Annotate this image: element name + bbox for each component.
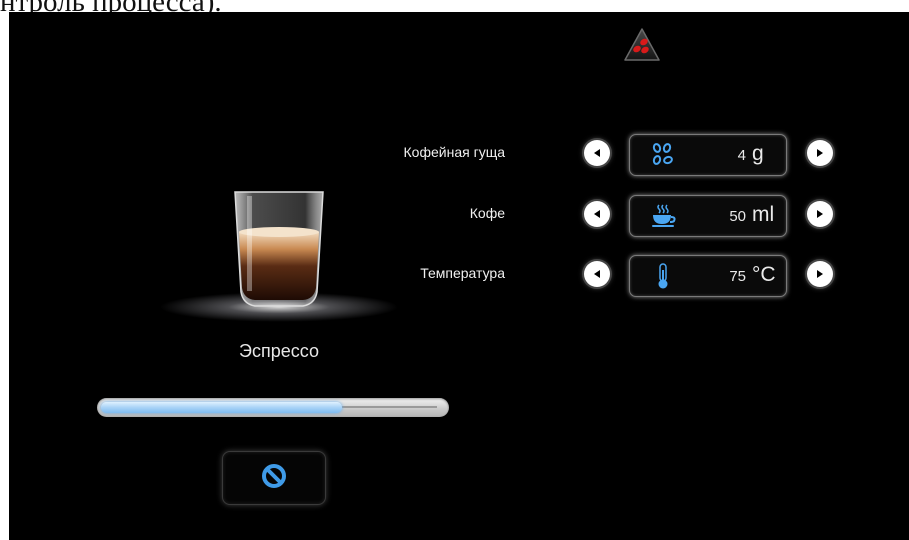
grounds-unit: g bbox=[752, 142, 764, 165]
brew-progress-bar bbox=[97, 398, 449, 417]
temperature-unit: °C bbox=[752, 263, 776, 286]
coffee-value: 50 bbox=[729, 208, 746, 225]
setting-row-coffee: Кофе 50 ml bbox=[439, 195, 839, 237]
decrease-grounds-button[interactable] bbox=[584, 140, 610, 166]
cancel-button[interactable] bbox=[222, 451, 326, 505]
left-arrow-icon bbox=[594, 270, 600, 278]
temperature-value: 75 bbox=[729, 268, 746, 285]
thermometer-icon bbox=[650, 263, 676, 289]
setting-label: Температура bbox=[420, 265, 505, 281]
coffee-cup-icon bbox=[650, 203, 676, 229]
left-arrow-icon bbox=[594, 149, 600, 157]
cancel-icon bbox=[261, 463, 287, 494]
grounds-value-box: 4 g bbox=[629, 134, 787, 176]
left-arrow-icon bbox=[594, 210, 600, 218]
coffee-beans-icon bbox=[650, 142, 676, 168]
setting-row-grounds: Кофейная гуща 4 g bbox=[404, 134, 839, 176]
espresso-glass-image bbox=[159, 182, 399, 332]
beans-warning-icon[interactable] bbox=[623, 27, 661, 63]
coffee-machine-screen: Эспрессо Кофейная гуща 4 g Кофе 50 ml Те… bbox=[9, 12, 909, 540]
increase-grounds-button[interactable] bbox=[807, 140, 833, 166]
setting-label: Кофейная гуща bbox=[403, 144, 505, 160]
right-arrow-icon bbox=[817, 210, 823, 218]
coffee-value-box: 50 ml bbox=[629, 195, 787, 237]
product-name: Эспрессо bbox=[239, 341, 319, 361]
decrease-coffee-button[interactable] bbox=[584, 201, 610, 227]
increase-coffee-button[interactable] bbox=[807, 201, 833, 227]
progress-fill bbox=[101, 402, 342, 413]
right-arrow-icon bbox=[817, 149, 823, 157]
grounds-value: 4 bbox=[737, 147, 746, 164]
setting-label: Кофе bbox=[469, 205, 505, 221]
right-arrow-icon bbox=[817, 270, 823, 278]
increase-temperature-button[interactable] bbox=[807, 261, 833, 287]
coffee-unit: ml bbox=[752, 203, 775, 226]
temperature-value-box: 75 °C bbox=[629, 255, 787, 297]
setting-row-temperature: Температура 75 °C bbox=[420, 255, 839, 297]
document-caption: нтроль процесса). bbox=[0, 0, 420, 12]
decrease-temperature-button[interactable] bbox=[584, 261, 610, 287]
